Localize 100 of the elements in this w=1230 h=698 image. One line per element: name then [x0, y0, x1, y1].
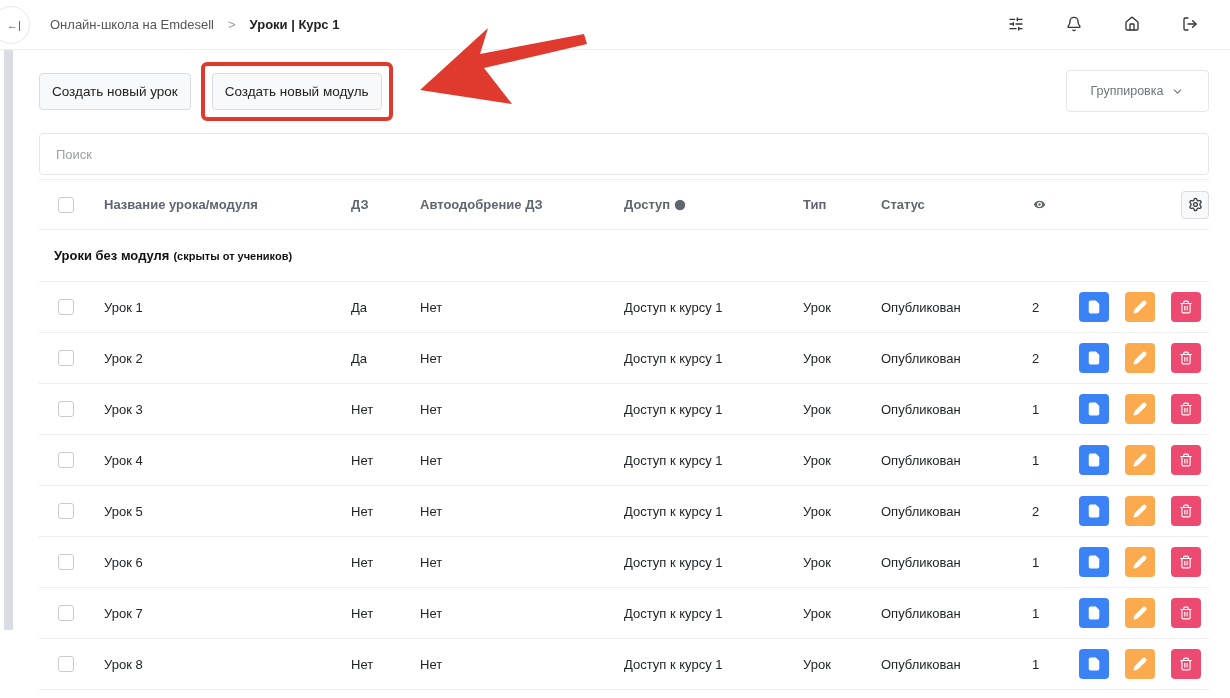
document-icon	[1087, 351, 1101, 365]
pencil-icon	[1133, 555, 1147, 569]
collapse-sidebar-button[interactable]: ←|	[0, 6, 30, 44]
select-all-checkbox[interactable]	[58, 196, 74, 213]
trash-icon	[1179, 504, 1193, 518]
access-cell-text: Доступ к курсу 1	[624, 503, 724, 519]
views-cell-text: 1	[1032, 554, 1041, 570]
grouping-dropdown[interactable]: Группировка	[1066, 70, 1209, 112]
create-button[interactable]: Создать новый модуль	[211, 72, 382, 110]
homework-cell-text: Нет	[351, 452, 375, 468]
auto-approve-cell-text: Нет	[420, 452, 444, 468]
trash-icon	[1179, 657, 1193, 671]
status-cell-text: Опубликован	[881, 401, 962, 417]
views-cell-text: 2	[1032, 299, 1041, 315]
access-cell-text: Доступ к курсу 1	[624, 656, 724, 672]
pencil-icon	[1133, 402, 1147, 416]
status-cell-text: Опубликован	[881, 656, 962, 672]
breadcrumb-link[interactable]: Онлайн-школа на Emdesell	[50, 17, 214, 32]
views-cell-text: 1	[1032, 452, 1041, 468]
delete-button[interactable]	[1171, 343, 1201, 373]
pencil-icon	[1133, 606, 1147, 620]
document-icon	[1087, 504, 1101, 518]
auto-approve-cell-text: Нет	[420, 656, 444, 672]
column-header: ДЗ	[351, 197, 370, 212]
edit-button[interactable]	[1125, 496, 1155, 526]
create-button[interactable]: Создать новый урок	[39, 72, 191, 110]
row-checkbox[interactable]	[58, 656, 74, 672]
trash-icon	[1179, 453, 1193, 467]
view-button[interactable]	[1079, 343, 1109, 373]
bell-icon[interactable]	[1066, 15, 1084, 34]
edit-button[interactable]	[1125, 343, 1155, 373]
homework-cell-text: Да	[351, 299, 369, 315]
delete-button[interactable]	[1171, 496, 1201, 526]
column-header: Автоодобрение ДЗ	[420, 197, 544, 212]
access-cell-text: Доступ к курсу 1	[624, 452, 724, 468]
homework-cell-text: Нет	[351, 605, 375, 621]
trash-icon	[1179, 402, 1193, 416]
trash-icon	[1179, 300, 1193, 314]
edit-button[interactable]	[1125, 598, 1155, 628]
eye-icon	[1032, 197, 1047, 212]
status-cell-text: Опубликован	[881, 350, 962, 366]
view-button[interactable]	[1079, 598, 1109, 628]
lesson-name: Урок 7	[104, 605, 144, 621]
type-cell-text: Урок	[803, 401, 832, 417]
row-checkbox[interactable]	[58, 554, 74, 570]
view-button[interactable]	[1079, 649, 1109, 679]
row-checkbox[interactable]	[58, 350, 74, 366]
view-button[interactable]	[1079, 445, 1109, 475]
auto-approve-cell-text: Нет	[420, 503, 444, 519]
column-header: Тип	[803, 197, 828, 212]
column-header: Доступ	[624, 197, 803, 212]
delete-button[interactable]	[1171, 292, 1201, 322]
delete-button[interactable]	[1171, 649, 1201, 679]
trash-icon	[1179, 606, 1193, 620]
row-checkbox[interactable]	[58, 503, 74, 519]
views-cell-text: 1	[1032, 605, 1041, 621]
edit-button[interactable]	[1125, 292, 1155, 322]
view-button[interactable]	[1079, 547, 1109, 577]
view-button[interactable]	[1079, 292, 1109, 322]
edit-button[interactable]	[1125, 394, 1155, 424]
document-icon	[1087, 453, 1101, 467]
auto-approve-cell-text: Нет	[420, 605, 444, 621]
lesson-name: Урок 6	[104, 554, 144, 570]
homework-cell-text: Нет	[351, 656, 375, 672]
edit-button[interactable]	[1125, 445, 1155, 475]
row-checkbox[interactable]	[58, 452, 74, 468]
edit-button[interactable]	[1125, 649, 1155, 679]
trash-icon	[1179, 351, 1193, 365]
row-checkbox[interactable]	[58, 299, 74, 315]
row-checkbox[interactable]	[58, 401, 74, 417]
type-cell-text: Урок	[803, 656, 832, 672]
settings-icon	[1187, 197, 1203, 212]
auto-approve-cell-text: Нет	[420, 299, 444, 315]
document-icon	[1087, 402, 1101, 416]
document-icon	[1087, 300, 1101, 314]
delete-button[interactable]	[1171, 598, 1201, 628]
lesson-name: Урок 4	[104, 452, 144, 468]
views-cell-text: 1	[1032, 401, 1041, 417]
homework-cell-text: Нет	[351, 554, 375, 570]
trash-icon	[1179, 555, 1193, 569]
row-checkbox[interactable]	[58, 605, 74, 621]
sliders-icon[interactable]	[1008, 15, 1026, 34]
views-cell-text: 1	[1032, 656, 1041, 672]
delete-button[interactable]	[1171, 394, 1201, 424]
delete-button[interactable]	[1171, 547, 1201, 577]
search-field[interactable]: Поиск	[39, 133, 1209, 175]
house-icon[interactable]	[1124, 15, 1142, 34]
breadcrumb-separator: >	[228, 17, 236, 32]
status-cell-text: Опубликован	[881, 503, 962, 519]
delete-button[interactable]	[1171, 445, 1201, 475]
document-icon	[1087, 606, 1101, 620]
pencil-icon	[1133, 657, 1147, 671]
view-button[interactable]	[1079, 496, 1109, 526]
settings-button[interactable]	[1181, 190, 1209, 219]
view-button[interactable]	[1079, 394, 1109, 424]
type-cell-text: Урок	[803, 299, 832, 315]
auto-approve-cell-text: Нет	[420, 350, 444, 366]
access-cell-text: Доступ к курсу 1	[624, 554, 724, 570]
edit-button[interactable]	[1125, 547, 1155, 577]
column-header: Название урока/модуля	[104, 197, 259, 212]
